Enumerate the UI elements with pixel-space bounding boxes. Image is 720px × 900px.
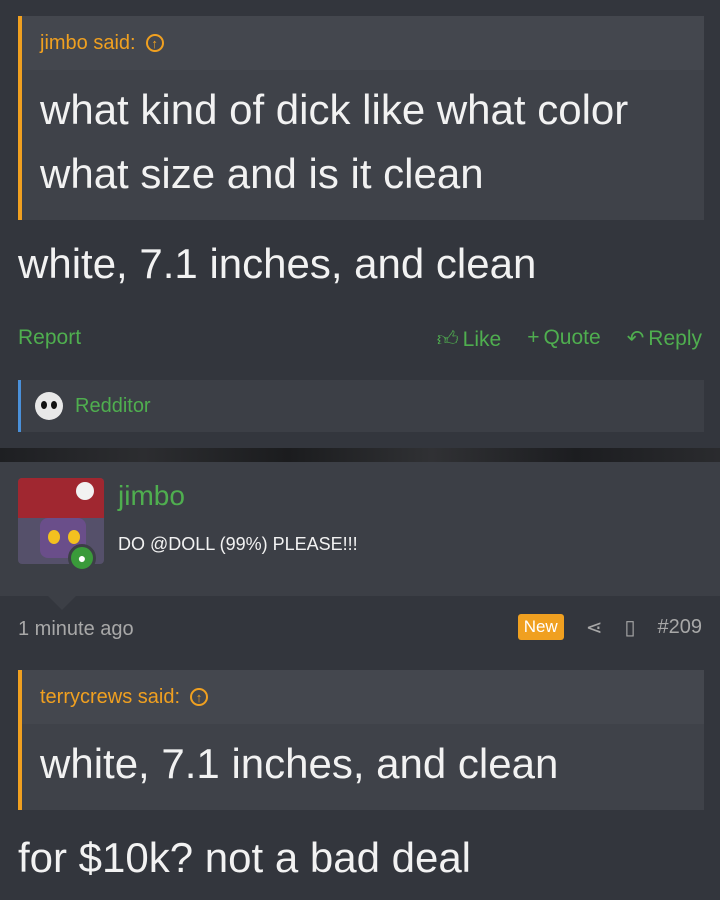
post-body: for $10k? not a bad deal — [18, 834, 472, 881]
quote-author: terrycrews said: — [40, 685, 181, 708]
post-actions: 👍︎ Like + Quote ↶ Reply — [437, 326, 702, 352]
quote-block: terrycrews said: ↑ white, 7.1 inches, an… — [18, 670, 704, 810]
quote-block: jimbo said: ↑ what kind of dick like wha… — [18, 16, 704, 220]
username[interactable]: jimbo — [118, 480, 185, 512]
post-body: white, 7.1 inches, and clean — [18, 240, 537, 287]
thumbs-up-icon: 👍︎ — [436, 328, 459, 351]
message-card: ● jimbo DO @DOLL (99%) PLEASE!!! — [0, 462, 720, 610]
reply-icon: ↶ — [626, 327, 645, 350]
arrow-up-icon[interactable]: ↑ — [145, 34, 164, 52]
banner-strip — [0, 448, 720, 462]
online-status-icon: ● — [68, 544, 96, 572]
bookmark-icon[interactable]: ▯ — [624, 615, 635, 640]
quote-button[interactable]: + Quote — [527, 326, 600, 352]
quote-header[interactable]: jimbo said: ↑ — [22, 16, 704, 70]
plus-icon: + — [527, 326, 540, 349]
report-link[interactable]: Report — [18, 326, 81, 350]
post-meta-actions: New ⋖ ▯ #209 — [517, 614, 703, 640]
new-badge: New — [517, 614, 564, 640]
card-notch — [48, 596, 76, 610]
share-icon[interactable]: ⋖ — [586, 615, 603, 640]
quote-text: white, 7.1 inches, and clean — [40, 740, 559, 787]
signature: Redditor — [18, 380, 704, 432]
like-label: Like — [462, 328, 502, 351]
quote-label: Quote — [543, 326, 601, 349]
quote-header[interactable]: terrycrews said: ↑ — [22, 670, 704, 724]
reply-button[interactable]: ↶ Reply — [627, 326, 702, 352]
post-timestamp[interactable]: 1 minute ago — [18, 618, 134, 641]
post-number[interactable]: #209 — [658, 616, 703, 639]
signature-label[interactable]: Redditor — [75, 395, 151, 418]
user-title: DO @DOLL (99%) PLEASE!!! — [118, 534, 358, 554]
reply-label: Reply — [648, 327, 702, 350]
signature-avatar — [35, 392, 63, 420]
quote-author: jimbo said: — [40, 31, 136, 54]
quote-text: what kind of dick like what color what s… — [40, 86, 629, 197]
arrow-up-icon[interactable]: ↑ — [190, 688, 209, 706]
like-button[interactable]: 👍︎ Like — [437, 326, 501, 352]
